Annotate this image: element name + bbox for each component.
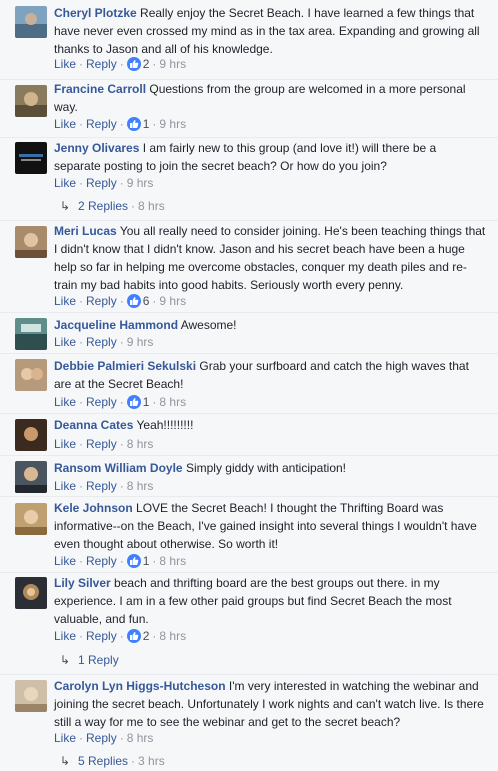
reply-button[interactable]: Reply — [86, 335, 117, 349]
divider — [0, 220, 498, 221]
avatar[interactable] — [15, 226, 47, 258]
like-button[interactable]: Like — [54, 554, 76, 568]
thumbs-up-icon[interactable] — [126, 57, 141, 71]
timestamp[interactable]: 8 hrs — [159, 629, 186, 643]
view-replies[interactable]: ↳ 1 Reply — [60, 651, 119, 669]
divider — [0, 353, 498, 354]
reply-button[interactable]: Reply — [86, 117, 117, 131]
reply-button[interactable]: Reply — [86, 554, 117, 568]
reply-button[interactable]: Reply — [86, 176, 117, 190]
comment-author[interactable]: Kele Johnson — [54, 501, 133, 515]
like-button[interactable]: Like — [54, 479, 76, 493]
timestamp[interactable]: 3 hrs — [138, 754, 165, 768]
like-button[interactable]: Like — [54, 335, 76, 349]
like-button[interactable]: Like — [54, 294, 76, 308]
comment-author[interactable]: Carolyn Lyn Higgs-Hutcheson — [54, 679, 226, 693]
reply-button[interactable]: Reply — [86, 437, 117, 451]
like-button[interactable]: Like — [54, 176, 76, 190]
comment-author[interactable]: Debbie Palmieri Sekulski — [54, 359, 196, 373]
avatar[interactable] — [15, 419, 47, 451]
replies-link[interactable]: 1 Reply — [78, 653, 119, 667]
thumbs-up-icon[interactable] — [126, 629, 141, 643]
timestamp[interactable]: 8 hrs — [159, 395, 186, 409]
timestamp[interactable]: 8 hrs — [159, 554, 186, 568]
divider — [0, 137, 498, 138]
avatar[interactable] — [15, 461, 47, 493]
divider — [0, 312, 498, 313]
avatar[interactable] — [15, 577, 47, 609]
divider — [0, 455, 498, 456]
reply-button[interactable]: Reply — [86, 479, 117, 493]
comment-text: Awesome! — [180, 318, 237, 332]
reply-arrow-icon: ↳ — [60, 199, 71, 213]
like-button[interactable]: Like — [54, 731, 76, 745]
comment-text: Yeah!!!!!!!!! — [136, 418, 194, 432]
reply-arrow-icon: ↳ — [60, 754, 71, 768]
comment-author[interactable]: Deanna Cates — [54, 418, 133, 432]
reply-button[interactable]: Reply — [86, 629, 117, 643]
divider — [0, 496, 498, 497]
timestamp[interactable]: 9 hrs — [127, 335, 154, 349]
timestamp[interactable]: 9 hrs — [127, 176, 154, 190]
reply-button[interactable]: Reply — [86, 294, 117, 308]
reply-button[interactable]: Reply — [86, 57, 117, 71]
like-button[interactable]: Like — [54, 629, 76, 643]
comment-author[interactable]: Meri Lucas — [54, 224, 117, 238]
timestamp[interactable]: 9 hrs — [159, 294, 186, 308]
timestamp[interactable]: 8 hrs — [127, 731, 154, 745]
timestamp[interactable]: 9 hrs — [159, 57, 186, 71]
avatar[interactable] — [15, 85, 47, 117]
avatar[interactable] — [15, 142, 47, 174]
divider — [0, 413, 498, 414]
comment-author[interactable]: Jenny Olivares — [54, 141, 139, 155]
timestamp[interactable]: 8 hrs — [138, 199, 165, 213]
replies-link[interactable]: 5 Replies — [78, 754, 128, 768]
comment-author[interactable]: Cheryl Plotzke — [54, 6, 137, 20]
replies-link[interactable]: 2 Replies — [78, 199, 128, 213]
thumbs-up-icon[interactable] — [126, 117, 141, 131]
timestamp[interactable]: 8 hrs — [127, 479, 154, 493]
comment-author[interactable]: Ransom William Doyle — [54, 461, 183, 475]
divider — [0, 572, 498, 573]
view-replies[interactable]: ↳ 2 Replies · 8 hrs — [60, 197, 165, 215]
comment-text: Simply giddy with anticipation! — [185, 461, 347, 475]
avatar[interactable] — [15, 6, 47, 38]
thumbs-up-icon[interactable] — [126, 294, 141, 308]
avatar[interactable] — [15, 359, 47, 391]
like-button[interactable]: Like — [54, 117, 76, 131]
avatar[interactable] — [15, 680, 47, 712]
comment-author[interactable]: Jacqueline Hammond — [54, 318, 178, 332]
like-button[interactable]: Like — [54, 437, 76, 451]
thumbs-up-icon[interactable] — [126, 395, 141, 409]
comment-text: You all really need to consider joining.… — [54, 224, 486, 292]
timestamp[interactable]: 9 hrs — [159, 117, 186, 131]
comment-author[interactable]: Francine Carroll — [54, 82, 146, 96]
view-replies[interactable]: ↳ 5 Replies · 3 hrs — [60, 752, 165, 770]
timestamp[interactable]: 8 hrs — [127, 437, 154, 451]
reply-button[interactable]: Reply — [86, 731, 117, 745]
reply-arrow-icon: ↳ — [60, 653, 71, 667]
like-button[interactable]: Like — [54, 57, 76, 71]
like-button[interactable]: Like — [54, 395, 76, 409]
comment-author[interactable]: Lily Silver — [54, 576, 111, 590]
thumbs-up-icon[interactable] — [126, 554, 141, 568]
avatar[interactable] — [15, 318, 47, 350]
divider — [0, 674, 498, 675]
reply-button[interactable]: Reply — [86, 395, 117, 409]
comment-text: beach and thrifting board are the best g… — [54, 576, 452, 626]
avatar[interactable] — [15, 503, 47, 535]
